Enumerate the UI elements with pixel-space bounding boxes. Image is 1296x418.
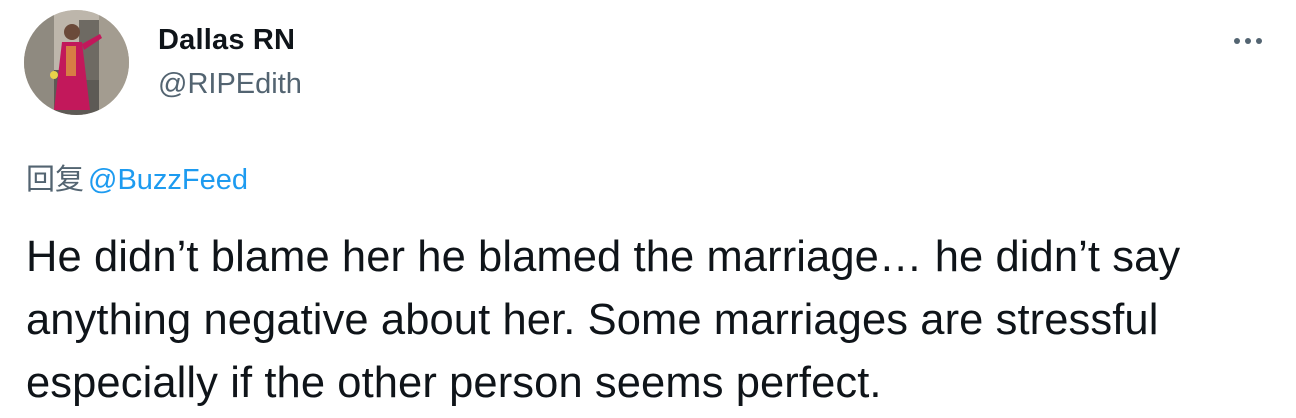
replying-to: 回复 @BuzzFeed — [26, 156, 248, 198]
more-horizontal-icon — [1256, 38, 1262, 44]
user-display-name[interactable]: Dallas RN — [158, 24, 295, 57]
avatar[interactable] — [24, 10, 129, 115]
tweet-card[interactable]: Dallas RN @RIPEdith 回复 @BuzzFeed He didn’… — [0, 0, 1296, 418]
more-horizontal-icon — [1245, 38, 1251, 44]
tweet-text: He didn’t blame her he blamed the marria… — [26, 233, 1181, 407]
more-options-button[interactable] — [1226, 26, 1270, 56]
user-handle[interactable]: @RIPEdith — [158, 68, 302, 101]
avatar-photo — [24, 10, 129, 115]
reply-mention-link[interactable]: @BuzzFeed — [88, 164, 248, 196]
more-horizontal-icon — [1234, 38, 1240, 44]
reply-prefix-label: 回复 — [26, 164, 85, 196]
